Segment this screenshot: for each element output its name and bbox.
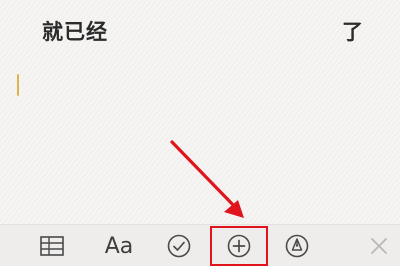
text-cursor [17,74,19,96]
markup-pen-icon [285,234,309,258]
add-icon [227,234,251,258]
note-text-line: 就已经 [42,20,108,44]
format-text-label: Aa [104,233,134,259]
table-icon [40,236,64,256]
close-icon [371,238,387,254]
add-button[interactable] [224,225,254,266]
format-text-button[interactable]: Aa [96,225,142,266]
note-text-end: 了 [342,20,363,44]
close-button[interactable] [366,225,392,266]
checklist-icon [167,234,191,258]
checklist-button[interactable] [164,225,194,266]
table-button[interactable] [32,225,72,266]
annotation-arrow [170,140,244,218]
markup-button[interactable] [282,225,312,266]
bottom-toolbar: Aa [0,224,400,266]
